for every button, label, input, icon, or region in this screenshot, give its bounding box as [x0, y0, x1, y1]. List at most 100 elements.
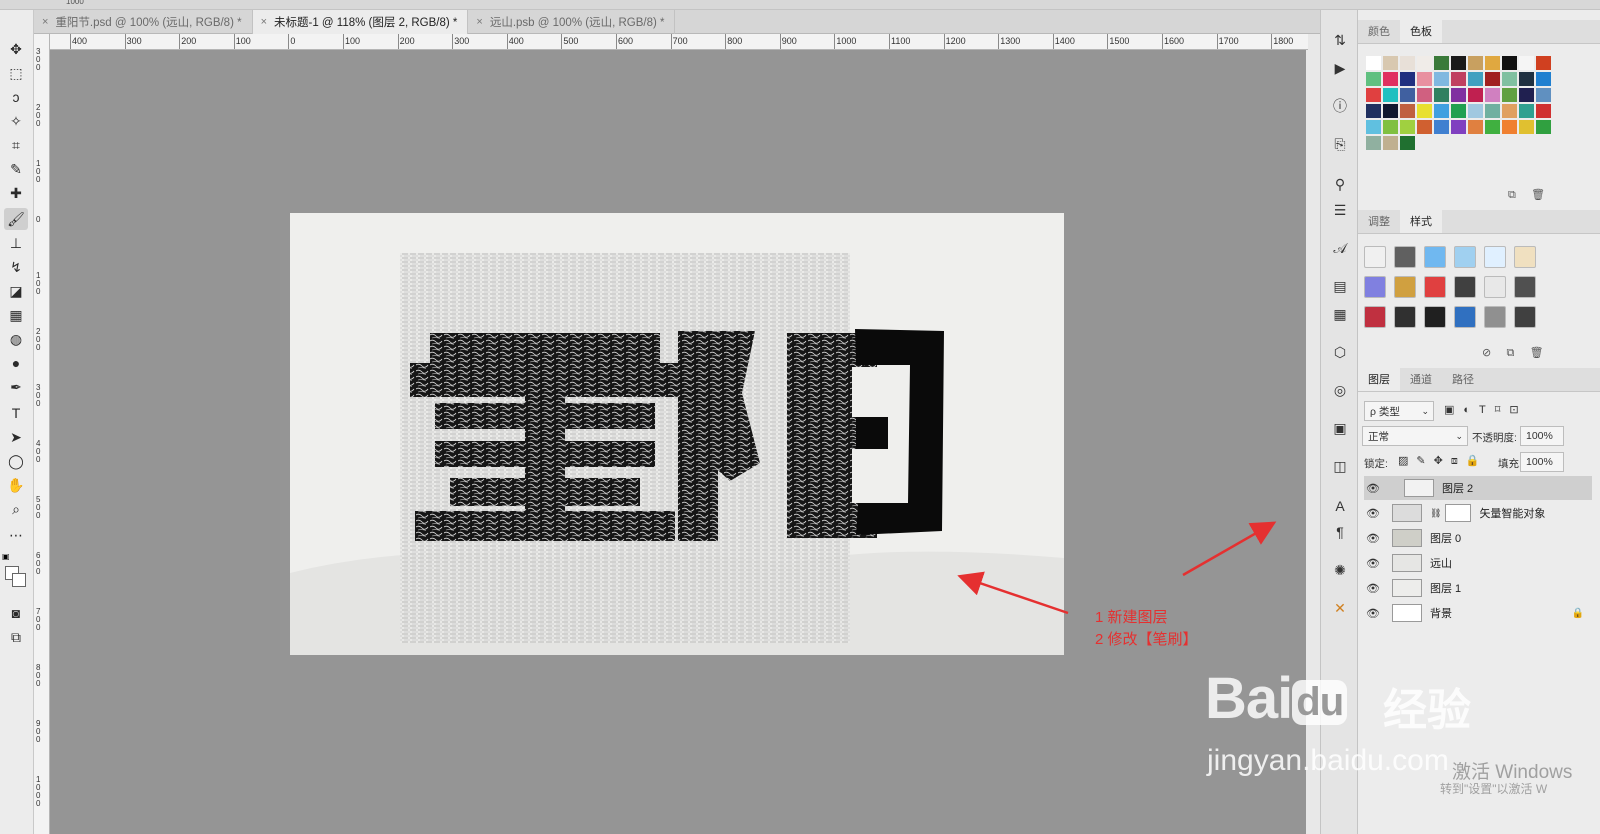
color-swatch[interactable] [1451, 104, 1466, 118]
color-swatch[interactable] [1383, 56, 1398, 70]
tab-layers[interactable]: 图层 [1358, 368, 1400, 391]
style-actions[interactable]: ⊘ ⧉ 🗑 [1482, 346, 1544, 360]
swatch-actions[interactable]: ⧉ 🗑 [1508, 188, 1545, 202]
style-preset[interactable] [1484, 246, 1506, 268]
style-preset[interactable] [1394, 246, 1416, 268]
layer-filter-icons[interactable]: ▣◐T⌑⊡ [1444, 403, 1528, 416]
layer-row-layer0[interactable]: 👁 图层 0 [1364, 526, 1592, 550]
color-swatch[interactable] [1366, 72, 1381, 86]
healing-tool-icon[interactable]: ✚ [4, 182, 28, 204]
color-swatch[interactable] [1434, 104, 1449, 118]
tab-adjustments[interactable]: 调整 [1358, 210, 1400, 233]
layer-row-background[interactable]: 👁 背景 🔒 [1364, 601, 1592, 625]
color-swatch[interactable] [1502, 104, 1517, 118]
path-select-icon[interactable]: ➤ [4, 426, 28, 448]
color-swatch[interactable] [1383, 136, 1398, 150]
style-preset[interactable] [1394, 306, 1416, 328]
tab-swatches[interactable]: 色板 [1400, 20, 1442, 43]
zoom-tool-icon[interactable]: ⌕ [4, 498, 28, 520]
libraries-icon[interactable]: ▤ [1330, 276, 1350, 296]
color-swatch[interactable] [1366, 88, 1381, 102]
crop-tool-icon[interactable]: ⌗ [4, 134, 28, 156]
close-icon[interactable]: × [42, 16, 48, 28]
color-swatch[interactable] [1485, 56, 1500, 70]
tab-chongyangjie[interactable]: × 重阳节.psd @ 100% (远山, RGB/8) * [34, 10, 253, 34]
layer-row-layer2[interactable]: 👁 图层 2 [1364, 476, 1592, 500]
color-swatch[interactable] [1536, 104, 1551, 118]
color-swatch[interactable] [1383, 72, 1398, 86]
visibility-eye-icon[interactable]: 👁 [1364, 532, 1382, 545]
color-swatch[interactable] [1485, 88, 1500, 102]
swatch-icon[interactable]: ◫ [1330, 456, 1350, 476]
notes-icon[interactable]: ▦ [1330, 304, 1350, 324]
pen-tool-icon[interactable]: ✒ [4, 376, 28, 398]
color-swatch[interactable] [1502, 56, 1517, 70]
color-swatch[interactable] [1400, 72, 1415, 86]
color-swatch[interactable] [1383, 88, 1398, 102]
magic-wand-tool-icon[interactable]: ✧ [4, 110, 28, 132]
blend-mode-select[interactable]: 正常 ⌄ [1362, 426, 1468, 446]
style-preset[interactable] [1454, 306, 1476, 328]
color-swatch[interactable] [1400, 104, 1415, 118]
color-swatch[interactable] [1417, 104, 1432, 118]
brush-tool-icon[interactable]: 🖌 [4, 208, 28, 230]
color-swatch[interactable] [1468, 104, 1483, 118]
color-swatch[interactable] [1434, 56, 1449, 70]
layer-filter-select[interactable]: ρ 类型 ⌄ [1364, 401, 1434, 421]
color-swatch[interactable] [1400, 56, 1415, 70]
tab-untitled-1[interactable]: × 未标题-1 @ 118% (图层 2, RGB/8) * [252, 10, 469, 34]
color-swatch[interactable] [1451, 120, 1466, 134]
color-swatch[interactable] [1502, 120, 1517, 134]
hand-tool-icon[interactable]: ✋ [4, 474, 28, 496]
color-swatch[interactable] [1519, 120, 1534, 134]
swatch-grid[interactable] [1366, 56, 1551, 150]
lock-icons[interactable]: ▨✎✥⧈🔒 [1398, 454, 1488, 468]
canvas-workspace[interactable] [50, 50, 1306, 834]
visibility-eye-icon[interactable]: 👁 [1364, 482, 1382, 495]
color-swatch[interactable] [1536, 56, 1551, 70]
color-swatch[interactable] [1400, 136, 1415, 150]
style-preset[interactable] [1484, 276, 1506, 298]
vertical-ruler[interactable]: 300 200 100 0 100 200 300 400 500 600 700 800 900 100… [34, 34, 50, 834]
marquee-tool-icon[interactable]: ⬚ [4, 62, 28, 84]
opacity-input[interactable]: 100% [1520, 426, 1564, 446]
visibility-eye-icon[interactable]: 👁 [1364, 507, 1382, 520]
color-swatch[interactable] [1417, 72, 1432, 86]
background-color-swatch[interactable] [12, 573, 26, 587]
style-preset[interactable] [1364, 276, 1386, 298]
color-swatch[interactable] [1417, 56, 1432, 70]
color-swatch[interactable] [1451, 88, 1466, 102]
style-preset[interactable] [1364, 246, 1386, 268]
color-swatch[interactable] [1417, 88, 1432, 102]
tab-channels[interactable]: 通道 [1400, 368, 1442, 391]
visibility-eye-icon[interactable]: 👁 [1364, 582, 1382, 595]
more-tools-icon[interactable]: ⋯ [4, 524, 28, 546]
visibility-eye-icon[interactable]: 👁 [1364, 607, 1382, 620]
color-swatch[interactable] [1366, 120, 1381, 134]
style-preset[interactable] [1514, 246, 1536, 268]
info-icon[interactable]: ⓘ [1330, 96, 1350, 116]
tab-styles[interactable]: 样式 [1400, 210, 1442, 233]
style-preset[interactable] [1454, 276, 1476, 298]
style-preset[interactable] [1514, 276, 1536, 298]
color-swatch[interactable] [1468, 120, 1483, 134]
color-swatch[interactable] [1366, 104, 1381, 118]
style-preset[interactable] [1514, 306, 1536, 328]
dodge-tool-icon[interactable]: ● [4, 352, 28, 374]
color-swatch[interactable] [1434, 120, 1449, 134]
visibility-eye-icon[interactable]: 👁 [1364, 557, 1382, 570]
layer-comps-icon[interactable]: ▣ [1330, 418, 1350, 438]
history-icon[interactable]: ⇅ [1330, 30, 1350, 50]
character-icon[interactable]: A [1330, 496, 1350, 516]
color-swatch[interactable] [1519, 72, 1534, 86]
layer-row-layer1[interactable]: 👁 图层 1 [1364, 576, 1592, 600]
style-preset[interactable] [1454, 246, 1476, 268]
clone-source-icon[interactable]: ⎘ [1330, 134, 1350, 154]
color-swatch[interactable] [1400, 88, 1415, 102]
tab-yuanshan[interactable]: × 远山.psb @ 100% (远山, RGB/8) * [468, 10, 676, 34]
color-swatch[interactable] [1468, 56, 1483, 70]
blur-tool-icon[interactable]: ◍ [4, 328, 28, 350]
tab-paths[interactable]: 路径 [1442, 368, 1484, 391]
gradient-tool-icon[interactable]: ▦ [4, 304, 28, 326]
color-swatch[interactable] [1502, 88, 1517, 102]
